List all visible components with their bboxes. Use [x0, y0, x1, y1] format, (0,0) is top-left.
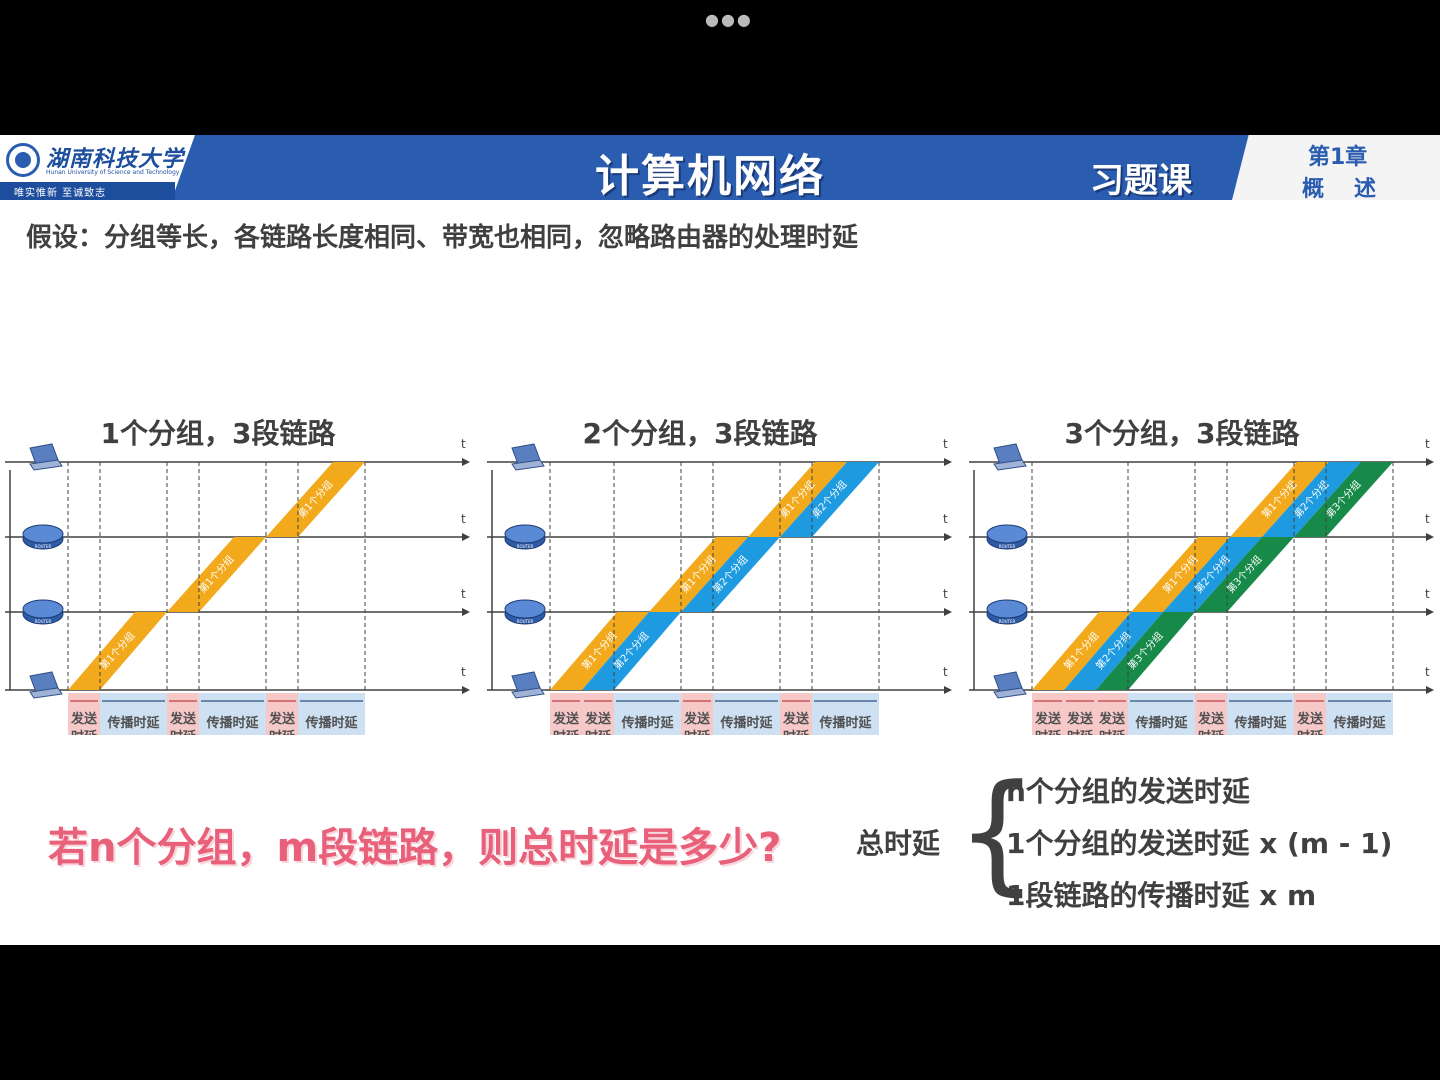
delay-label: 时延: [783, 729, 810, 735]
time-axis-label: t: [943, 437, 948, 451]
delay-label: 时延: [1198, 729, 1225, 735]
router-label: ROUTER: [999, 619, 1016, 624]
delay-label: 时延: [684, 729, 711, 735]
send-label: 发送: [1066, 711, 1094, 727]
delay-label: 时延: [1067, 729, 1094, 735]
time-axis-label: t: [461, 665, 466, 679]
send-label: 发送: [70, 711, 98, 727]
time-axis-label: t: [943, 587, 948, 601]
delay-label: 时延: [1297, 729, 1324, 735]
router-label: ROUTER: [517, 619, 534, 624]
time-arrow: [462, 533, 470, 541]
slide-title: 计算机网络: [595, 151, 825, 202]
time-axis-label: t: [1425, 437, 1430, 451]
prop-label: 传播时延: [620, 715, 674, 731]
delay-label: 时延: [170, 729, 197, 735]
router-label: ROUTER: [517, 544, 534, 549]
time-arrow: [462, 608, 470, 616]
slide: 湖南科技大学 Hunan University of Science and T…: [0, 135, 1440, 945]
window-menu-icon[interactable]: ●●●: [705, 10, 753, 29]
time-axis-label: t: [461, 437, 466, 451]
router-top-icon: [22, 524, 64, 544]
delay-label: 时延: [269, 729, 296, 735]
timing-diagrams: 1个分组，3段链路 ttttROUTERROUTER第1个分组第1个分组第1个分组…: [5, 417, 1434, 735]
slide-subtitle: 习题课: [1090, 161, 1192, 201]
time-arrow: [1426, 458, 1434, 466]
router-top-icon: [504, 524, 546, 544]
time-arrow: [944, 533, 952, 541]
formula-line-2: 1个分组的发送时延 x (m - 1): [1006, 827, 1393, 860]
send-label: 发送: [584, 711, 612, 727]
question-text: 若n个分组，m段链路，则总时延是多少?: [48, 825, 782, 871]
router-top-icon: [986, 599, 1028, 619]
time-arrow: [944, 608, 952, 616]
router-label: ROUTER: [999, 544, 1016, 549]
time-axis-label: t: [461, 512, 466, 526]
send-label: 发送: [1296, 711, 1324, 727]
time-arrow: [462, 458, 470, 466]
delay-label: 时延: [553, 729, 580, 735]
send-label: 发送: [1098, 711, 1126, 727]
formula-label: 总时延: [856, 827, 941, 860]
time-axis-label: t: [1425, 512, 1430, 526]
send-label: 发送: [268, 711, 296, 727]
router-top-icon: [22, 599, 64, 619]
delay-label: 时延: [71, 729, 98, 735]
send-label: 发送: [782, 711, 810, 727]
delay-label: 时延: [1099, 729, 1126, 735]
delay-label: 时延: [585, 729, 612, 735]
router-label: ROUTER: [35, 544, 52, 549]
university-motto: 唯实惟新 至诚致志: [14, 188, 107, 199]
prop-label: 传播时延: [1332, 715, 1386, 731]
chapter-number: 第1章: [1308, 145, 1368, 170]
prop-label: 传播时延: [304, 715, 358, 731]
panel-title: 3个分组，3段链路: [1065, 417, 1301, 450]
send-label: 发送: [169, 711, 197, 727]
prop-label: 传播时延: [1134, 715, 1188, 731]
formula-line-1: n个分组的发送时延: [1006, 775, 1250, 808]
prop-label: 传播时延: [106, 715, 160, 731]
send-label: 发送: [552, 711, 580, 727]
university-name-en: Hunan University of Science and Technolo…: [46, 169, 180, 176]
prop-label: 传播时延: [719, 715, 773, 731]
delay-label: 时延: [1035, 729, 1062, 735]
time-axis-label: t: [461, 587, 466, 601]
router-label: ROUTER: [35, 619, 52, 624]
router-top-icon: [986, 524, 1028, 544]
router-top-icon: [504, 599, 546, 619]
time-arrow: [944, 686, 952, 694]
university-emblem-icon: [6, 143, 40, 177]
send-label: 发送: [683, 711, 711, 727]
time-axis-label: t: [943, 665, 948, 679]
time-arrow: [1426, 533, 1434, 541]
chapter-name: 概述: [1302, 177, 1407, 202]
time-axis-label: t: [1425, 665, 1430, 679]
formula-line-3: 1段链路的传播时延 x m: [1006, 879, 1317, 912]
time-arrow: [1426, 608, 1434, 616]
send-label: 发送: [1197, 711, 1225, 727]
send-label: 发送: [1034, 711, 1062, 727]
time-axis-label: t: [1425, 587, 1430, 601]
time-arrow: [462, 686, 470, 694]
time-arrow: [944, 458, 952, 466]
prop-label: 传播时延: [818, 715, 872, 731]
assumption-text: 假设：分组等长，各链路长度相同、带宽也相同，忽略路由器的处理时延: [26, 223, 859, 253]
prop-label: 传播时延: [205, 715, 259, 731]
time-axis-label: t: [943, 512, 948, 526]
panel-title: 1个分组，3段链路: [101, 417, 337, 450]
prop-label: 传播时延: [1233, 715, 1287, 731]
time-arrow: [1426, 686, 1434, 694]
panel-title: 2个分组，3段链路: [583, 417, 819, 450]
